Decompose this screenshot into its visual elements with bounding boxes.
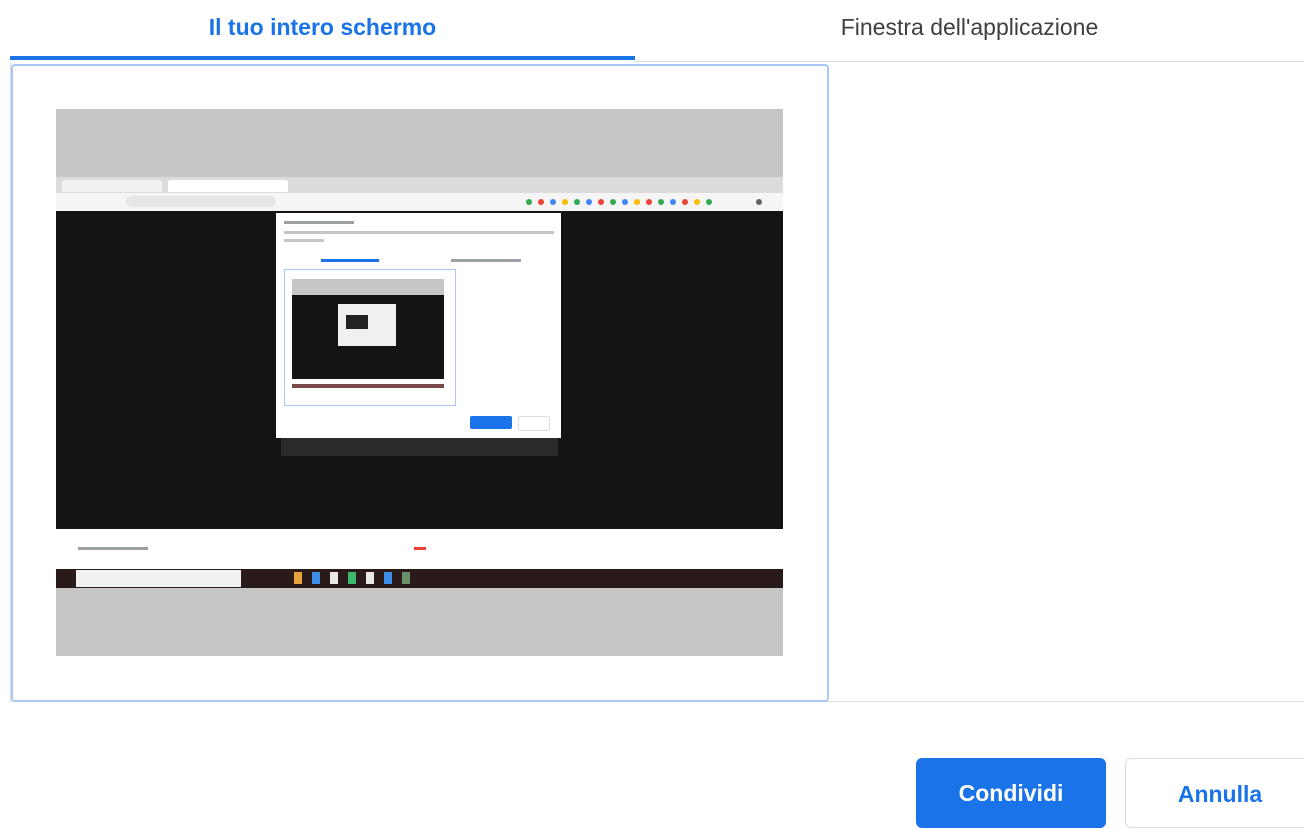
thumb-extension-icon	[658, 199, 664, 205]
share-button[interactable]: Condividi	[916, 758, 1106, 828]
thumb-extension-icon	[622, 199, 628, 205]
thumb-taskbar-icon	[294, 572, 302, 584]
thumb-taskbar-search	[76, 570, 241, 587]
thumb-status-indicator	[414, 547, 426, 550]
thumb-taskbar-icon	[366, 572, 374, 584]
thumb-extension-icon	[682, 199, 688, 205]
tab-divider	[635, 61, 1304, 62]
thumb-taskbar-icon	[312, 572, 320, 584]
active-tab-indicator	[10, 56, 635, 60]
thumb-extension-icon	[538, 199, 544, 205]
tab-bar: Il tuo intero schermo Finestra dell'appl…	[0, 0, 1304, 62]
thumb-dialog-cancel-button	[518, 416, 550, 431]
thumb-extension-icon	[694, 199, 700, 205]
thumb-taskbar-icon	[384, 572, 392, 584]
thumb-extension-icon	[646, 199, 652, 205]
tab-entire-screen[interactable]: Il tuo intero schermo	[10, 0, 635, 58]
thumb-extension-icon	[526, 199, 532, 205]
thumb-taskbar-icon	[402, 572, 410, 584]
thumb-extension-icon	[562, 199, 568, 205]
thumb-extension-icon	[550, 199, 556, 205]
thumb-taskbar-icon	[330, 572, 338, 584]
thumb-dialog-share-button	[470, 416, 512, 429]
thumb-extension-icon	[756, 199, 762, 205]
thumb-dialog-text	[284, 239, 324, 242]
thumb-extension-icon	[574, 199, 580, 205]
thumb-nested-taskbar	[292, 384, 444, 388]
thumb-dialog-tab	[451, 259, 521, 262]
thumb-status-text	[78, 547, 148, 550]
cancel-button[interactable]: Annulla	[1125, 758, 1304, 828]
thumb-extension-icon	[598, 199, 604, 205]
thumb-bottom-area	[56, 588, 783, 656]
thumb-nested-toolbar	[292, 279, 444, 295]
thumb-extension-icon	[706, 199, 712, 205]
thumb-tab	[62, 180, 162, 192]
thumb-dialog-text	[284, 231, 554, 234]
thumb-taskbar-icon	[348, 572, 356, 584]
thumb-nested-preview	[346, 315, 368, 329]
thumb-browser-tabstrip	[56, 177, 783, 193]
screen-option-tile[interactable]	[11, 64, 829, 702]
thumb-extension-icon	[670, 199, 676, 205]
thumb-url-field	[126, 196, 276, 207]
thumb-tab	[168, 180, 288, 192]
tab-application-window[interactable]: Finestra dell'applicazione	[635, 0, 1304, 58]
thumb-extension-icon	[586, 199, 592, 205]
thumb-dialog-shadow	[281, 438, 558, 456]
thumb-extension-icon	[610, 199, 616, 205]
thumb-dialog-tab-active	[321, 259, 379, 262]
thumb-extension-icon	[634, 199, 640, 205]
screen-thumbnail	[56, 109, 783, 656]
thumb-dialog-title	[284, 221, 354, 224]
